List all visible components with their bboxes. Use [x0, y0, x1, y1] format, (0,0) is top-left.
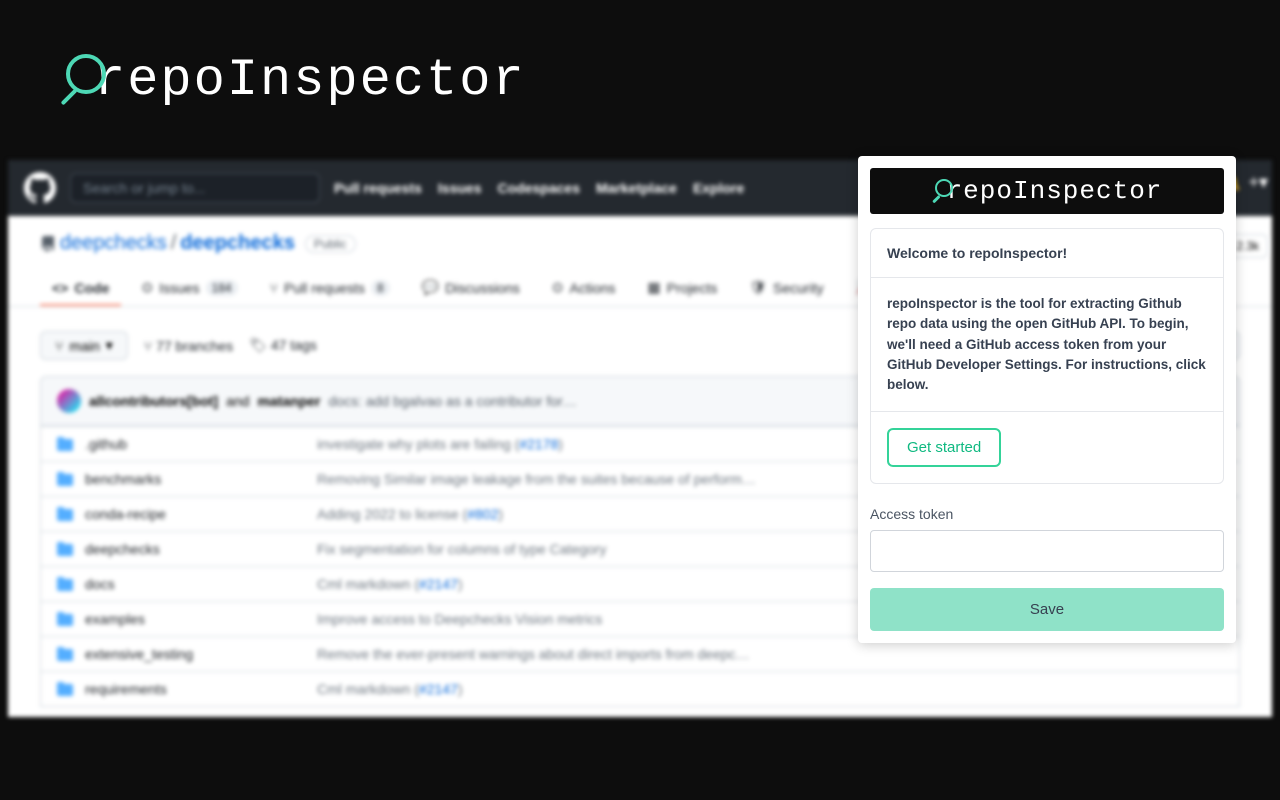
file-commit-msg[interactable]: Cml markdown (#2147) [317, 576, 463, 592]
plus-icon[interactable]: +▾ [1248, 172, 1268, 193]
nav-codespaces[interactable]: Codespaces [498, 180, 580, 196]
repo-link[interactable]: deepchecks [180, 232, 295, 255]
folder-icon [57, 541, 73, 557]
owner-link[interactable]: deepchecks [60, 232, 167, 255]
tab-code[interactable]: <> Code [40, 271, 121, 306]
extension-logo-bar: repoInspector [870, 168, 1224, 214]
product-logo: repoInspector [60, 51, 526, 110]
nav-pull-requests[interactable]: Pull requests [334, 180, 422, 196]
access-token-input[interactable] [870, 530, 1224, 572]
file-commit-msg[interactable]: investigate why plots are failing (#2178… [317, 436, 563, 452]
extension-logo-text: repoInspector [947, 176, 1163, 206]
file-commit-msg[interactable]: Adding 2022 to license (#802) [317, 506, 503, 522]
github-logo-icon [24, 172, 56, 204]
tab-projects[interactable]: ▦ Projects [635, 271, 729, 306]
welcome-card: Welcome to repoInspector! repoInspector … [870, 228, 1224, 484]
file-name[interactable]: docs [85, 576, 305, 592]
file-commit-msg[interactable]: Remove the ever-present warnings about d… [317, 646, 750, 662]
search-input[interactable]: Search or jump to... [70, 173, 320, 203]
file-name[interactable]: examples [85, 611, 305, 627]
folder-icon [57, 611, 73, 627]
branch-button[interactable]: ⑂ main ▾ [40, 331, 128, 360]
file-name[interactable]: extensive_testing [85, 646, 305, 662]
tab-actions[interactable]: ⊙ Actions [540, 271, 628, 306]
folder-icon [57, 681, 73, 697]
welcome-description: repoInspector is the tool for extracting… [871, 278, 1223, 411]
magnifier-icon [60, 54, 112, 106]
folder-icon [57, 506, 73, 522]
save-button[interactable]: Save [870, 588, 1224, 631]
nav-marketplace[interactable]: Marketplace [596, 180, 677, 196]
get-started-button[interactable]: Get started [887, 428, 1001, 467]
nav-explore[interactable]: Explore [693, 180, 744, 196]
tab-pull-requests[interactable]: ⑂ Pull requests 8 [258, 271, 402, 306]
folder-icon [57, 436, 73, 452]
repo-icon [40, 236, 56, 252]
extension-panel: repoInspector Welcome to repoInspector! … [858, 156, 1236, 643]
tab-issues[interactable]: ⊙ Issues 184 [129, 271, 249, 306]
tab-discussions[interactable]: 💬 Discussions [410, 271, 532, 306]
search-placeholder: Search or jump to... [83, 180, 205, 196]
folder-icon [57, 576, 73, 592]
nav-issues[interactable]: Issues [438, 180, 482, 196]
product-name: repoInspector [94, 51, 526, 110]
folder-icon [57, 471, 73, 487]
magnifier-icon [932, 179, 956, 203]
file-commit-msg[interactable]: Removing Similar image leakage from the … [317, 471, 756, 487]
tab-security[interactable]: 🛡 Security [737, 271, 835, 306]
tags-link[interactable]: 🏷 47 tags [249, 337, 317, 354]
file-name[interactable]: deepchecks [85, 541, 305, 557]
avatar [57, 389, 81, 413]
commit-message[interactable]: docs: add bgalvao as a contributor for… [329, 393, 577, 409]
file-name[interactable]: requirements [85, 681, 305, 697]
welcome-heading: Welcome to repoInspector! [871, 229, 1223, 278]
file-commit-msg[interactable]: Improve access to Deepchecks Vision metr… [317, 611, 602, 627]
file-name[interactable]: benchmarks [85, 471, 305, 487]
file-commit-msg[interactable]: Fix segmentation for columns of type Cat… [317, 541, 606, 557]
file-name[interactable]: conda-recipe [85, 506, 305, 522]
branches-link[interactable]: ⑂ 77 branches [144, 338, 233, 354]
visibility-badge: Public [305, 235, 356, 253]
folder-icon [57, 646, 73, 662]
file-row[interactable]: requirements Cml markdown (#2147) [41, 671, 1239, 706]
hero-banner: repoInspector [0, 0, 1280, 160]
commit-author2[interactable]: matanper [257, 393, 320, 409]
file-commit-msg[interactable]: Cml markdown (#2147) [317, 681, 463, 697]
access-token-label: Access token [870, 506, 1224, 522]
file-name[interactable]: .github [85, 436, 305, 452]
global-nav: Pull requests Issues Codespaces Marketpl… [334, 180, 744, 196]
commit-author[interactable]: allcontributors[bot] [89, 393, 218, 409]
